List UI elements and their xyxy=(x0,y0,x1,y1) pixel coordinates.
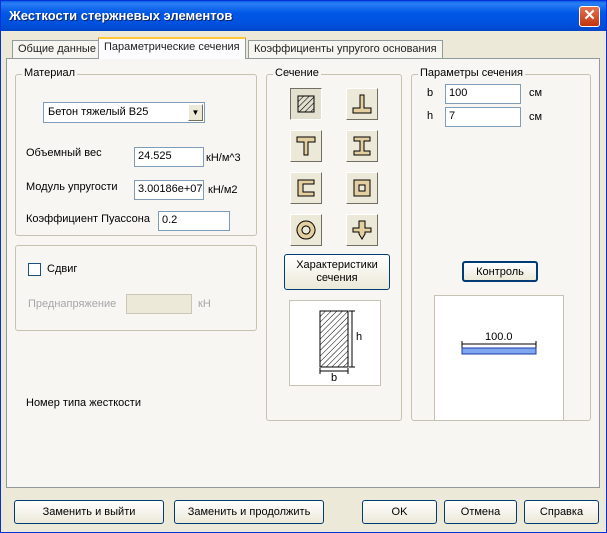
shape-i-beam-button[interactable] xyxy=(346,130,378,162)
tab-elastic-foundation[interactable]: Коэффициенты упругого основания xyxy=(248,40,443,58)
modulus-unit: кН/м2 xyxy=(208,184,238,196)
section-preview: h b xyxy=(289,300,381,386)
window-title: Жесткости стержневых элементов xyxy=(9,8,233,23)
check-preview: 100.0 xyxy=(434,295,564,421)
params-legend: Параметры сечения xyxy=(418,67,525,79)
chevron-down-icon[interactable]: ▼ xyxy=(188,104,203,121)
section-properties-button[interactable]: Характеристики сечения xyxy=(284,254,390,290)
h-label: h xyxy=(427,110,434,122)
shear-group: Сдвиг Преднапряжение кН xyxy=(15,245,257,331)
modulus-input[interactable]: 3.00186e+07 xyxy=(134,180,204,200)
check-button[interactable]: Контроль xyxy=(462,261,538,282)
close-button[interactable]: ✕ xyxy=(579,6,600,27)
i-beam-icon xyxy=(353,136,371,156)
preview-b-label: b xyxy=(331,372,338,384)
ring-icon xyxy=(296,220,316,240)
title-bar[interactable]: Жесткости стержневых элементов ✕ xyxy=(1,1,606,31)
poisson-input[interactable]: 0.2 xyxy=(158,211,230,231)
material-group: Материал Бетон тяжелый B25 ▼ Объемный ве… xyxy=(15,67,257,236)
cancel-button[interactable]: Отмена xyxy=(444,500,517,524)
shape-t-section-button[interactable] xyxy=(290,130,322,162)
stiffness-type-label: Номер типа жесткости xyxy=(26,397,141,409)
shear-checkbox[interactable] xyxy=(28,263,41,276)
b-input[interactable]: 100 xyxy=(445,84,521,104)
material-select[interactable]: Бетон тяжелый B25 ▼ xyxy=(43,102,205,123)
weight-input[interactable]: 24.525 xyxy=(134,147,204,167)
shape-channel-button[interactable] xyxy=(290,172,322,204)
shape-inverted-t-button[interactable] xyxy=(346,88,378,120)
material-legend: Материал xyxy=(22,67,77,79)
shape-rectangle-button[interactable] xyxy=(290,88,322,120)
tab-parametric-sections[interactable]: Параметрические сечения xyxy=(98,37,246,59)
section-legend: Сечение xyxy=(273,67,321,79)
replace-exit-button[interactable]: Заменить и выйти xyxy=(14,500,164,524)
b-label: b xyxy=(427,87,434,99)
replace-continue-button[interactable]: Заменить и продолжить xyxy=(174,500,324,524)
prestress-input[interactable] xyxy=(126,294,192,314)
poisson-label: Коэффициент Пуассона xyxy=(26,213,150,225)
b-unit: см xyxy=(529,87,543,99)
check-dimension-label: 100.0 xyxy=(485,331,513,343)
shape-box-section-button[interactable] xyxy=(346,172,378,204)
h-input[interactable]: 7 xyxy=(445,107,521,127)
modulus-label: Модуль упругости xyxy=(26,181,118,193)
preview-h-label: h xyxy=(356,331,363,343)
rectangle-icon xyxy=(297,95,315,113)
cross-section-icon xyxy=(352,220,372,240)
inverted-t-icon xyxy=(352,94,372,114)
ok-button[interactable]: OK xyxy=(362,500,437,524)
shape-cross-section-button[interactable] xyxy=(346,214,378,246)
prestress-unit: кН xyxy=(198,298,211,310)
section-params-group: Параметры сечения b 100 см h 7 см Контро… xyxy=(411,67,591,421)
check-sketch xyxy=(461,341,537,355)
h-unit: см xyxy=(529,111,543,123)
prestress-label: Преднапряжение xyxy=(28,298,117,310)
material-select-value: Бетон тяжелый B25 xyxy=(48,106,149,118)
help-button[interactable]: Справка xyxy=(524,500,599,524)
channel-icon xyxy=(297,179,315,197)
shear-label: Сдвиг xyxy=(47,263,78,275)
tab-general[interactable]: Общие данные xyxy=(12,40,102,58)
dialog-window: Жесткости стержневых элементов ✕ Общие д… xyxy=(0,0,607,533)
tab-panel: Материал Бетон тяжелый B25 ▼ Объемный ве… xyxy=(6,58,600,488)
section-group: Сечение Характеристики сечения h b xyxy=(266,67,402,421)
shape-ring-button[interactable] xyxy=(290,214,322,246)
weight-unit: кН/м^3 xyxy=(206,152,241,164)
close-icon: ✕ xyxy=(583,7,596,24)
t-section-icon xyxy=(296,136,316,156)
box-section-icon xyxy=(353,179,371,197)
weight-label: Объемный вес xyxy=(26,147,102,159)
